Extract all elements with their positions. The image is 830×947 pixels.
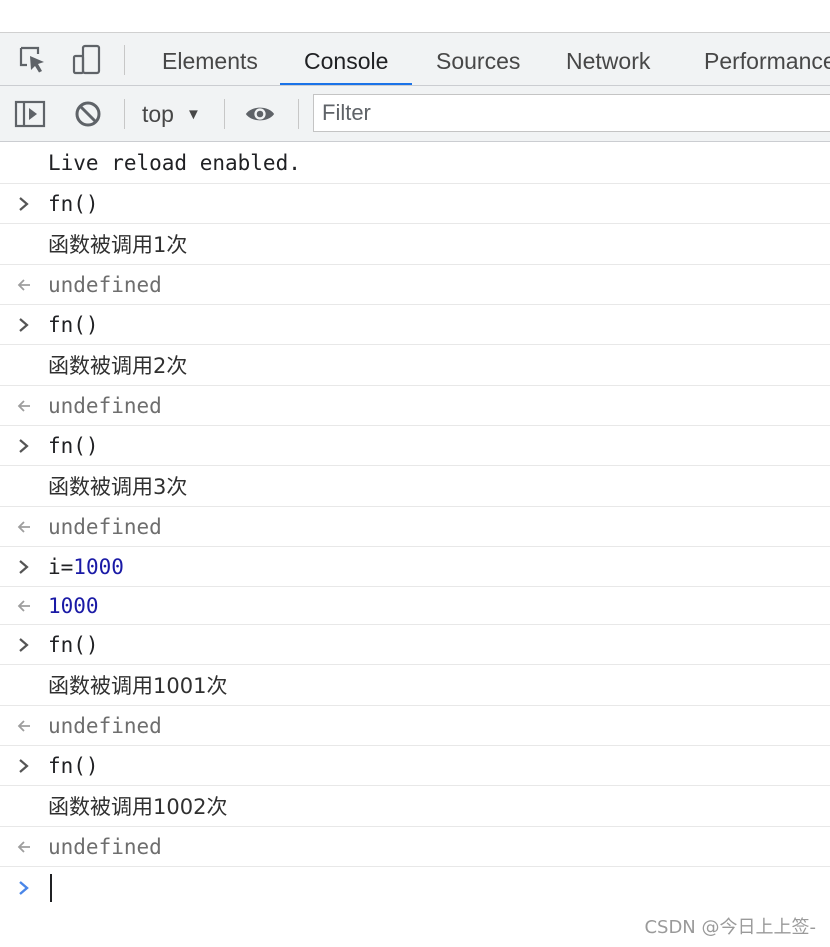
return-arrow-icon <box>0 706 48 745</box>
log-message: 函数被调用3次 <box>48 475 188 499</box>
text-cursor <box>50 874 52 902</box>
tab-elements[interactable]: Elements <box>138 33 282 85</box>
result-value: undefined <box>48 514 162 539</box>
chevron-right-icon <box>0 625 48 664</box>
input-expression: fn() <box>48 312 99 337</box>
input-expression: fn() <box>48 632 99 657</box>
console-input-row[interactable]: i=1000 <box>0 547 830 587</box>
result-value: 1000 <box>48 593 99 618</box>
console-prompt[interactable] <box>0 867 830 909</box>
return-arrow-icon <box>0 386 48 425</box>
chevron-right-icon <box>0 426 48 465</box>
chevron-right-icon <box>0 746 48 785</box>
log-message: 函数被调用1002次 <box>48 795 228 819</box>
log-message: 函数被调用1次 <box>48 233 188 257</box>
context-selector[interactable]: top ▼ <box>142 96 201 132</box>
result-value: undefined <box>48 713 162 738</box>
prompt-chevron-icon <box>0 880 48 896</box>
toolbar-separator <box>298 99 299 129</box>
result-value: undefined <box>48 834 162 859</box>
console-input-row[interactable]: fn() <box>0 184 830 224</box>
console-log-row: 函数被调用1次 <box>0 224 830 265</box>
console-input-row[interactable]: fn() <box>0 305 830 345</box>
sidebar-toggle-icon[interactable] <box>14 98 46 130</box>
return-arrow-icon <box>0 507 48 546</box>
console-result-row: undefined <box>0 265 830 305</box>
tab-sources[interactable]: Sources <box>412 33 544 85</box>
tab-network[interactable]: Network <box>542 33 674 85</box>
console-result-row: undefined <box>0 706 830 746</box>
input-expression: fn() <box>48 433 99 458</box>
eye-icon[interactable] <box>244 98 276 130</box>
chevron-right-icon <box>0 184 48 223</box>
chevron-right-icon <box>0 305 48 344</box>
tab-performance[interactable]: Performance <box>680 33 830 85</box>
log-message: 函数被调用2次 <box>48 354 188 378</box>
return-arrow-icon <box>0 587 48 624</box>
return-arrow-icon <box>0 265 48 304</box>
devtools-tabbar: Elements Console Sources Network Perform… <box>0 32 830 86</box>
triangle-down-icon: ▼ <box>185 105 201 123</box>
console-log-row: 函数被调用1002次 <box>0 786 830 827</box>
console-toolbar: top ▼ <box>0 86 830 142</box>
input-expression: fn() <box>48 191 99 216</box>
top-gap <box>0 0 830 32</box>
console-result-row: undefined <box>0 827 830 867</box>
chevron-right-icon <box>0 547 48 586</box>
toolbar-separator <box>124 99 125 129</box>
tab-console[interactable]: Console <box>280 33 412 85</box>
log-message: 函数被调用1001次 <box>48 674 228 698</box>
input-expression: i=1000 <box>48 555 124 579</box>
info-message: Live reload enabled. <box>48 150 301 175</box>
console-input-row[interactable]: fn() <box>0 426 830 466</box>
tabbar-separator <box>124 45 125 75</box>
console-log-row: 函数被调用2次 <box>0 345 830 386</box>
console-messages: Live reload enabled. fn() 函数被调用1次 undefi… <box>0 142 830 909</box>
inspect-element-icon[interactable] <box>16 43 50 77</box>
console-log-row: 函数被调用1001次 <box>0 665 830 706</box>
input-expression: fn() <box>48 753 99 778</box>
assignment-value: 1000 <box>73 554 124 579</box>
context-label: top <box>142 100 174 127</box>
toolbar-separator <box>224 99 225 129</box>
device-toolbar-icon[interactable] <box>70 43 104 77</box>
filter-input[interactable] <box>313 94 830 132</box>
assignment-prefix: i= <box>48 554 74 579</box>
return-arrow-icon <box>0 827 48 866</box>
clear-console-icon[interactable] <box>72 98 104 130</box>
console-log-row: 函数被调用3次 <box>0 466 830 507</box>
console-input-row[interactable]: fn() <box>0 625 830 665</box>
console-result-row: undefined <box>0 386 830 426</box>
console-info-row: Live reload enabled. <box>0 142 830 184</box>
result-value: undefined <box>48 272 162 297</box>
console-input-row[interactable]: fn() <box>0 746 830 786</box>
console-result-row: undefined <box>0 507 830 547</box>
result-value: undefined <box>48 393 162 418</box>
console-result-row: 1000 <box>0 587 830 625</box>
watermark: CSDN @今日上上签- <box>644 917 816 938</box>
